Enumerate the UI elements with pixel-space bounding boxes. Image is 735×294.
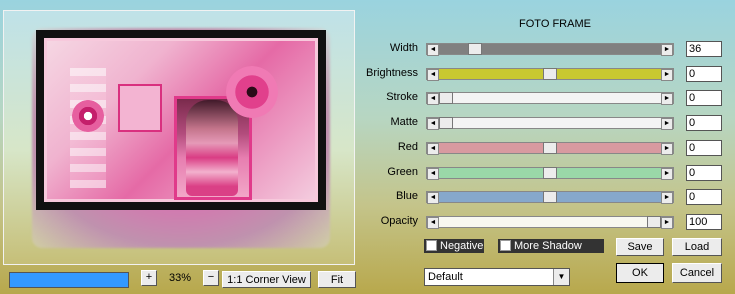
red-label: Red: [397, 141, 418, 153]
width-slider-thumb[interactable]: [468, 43, 482, 55]
stroke-slider[interactable]: ◄ ►: [426, 92, 674, 105]
fit-button[interactable]: Fit: [318, 271, 356, 288]
more-shadow-option[interactable]: More Shadow: [498, 239, 604, 253]
arrow-right-icon[interactable]: ►: [661, 44, 673, 56]
zoom-level: 33%: [168, 272, 192, 284]
stroke-slider-thumb[interactable]: [439, 92, 453, 104]
preset-selected-value: Default: [428, 271, 463, 283]
load-button[interactable]: Load: [672, 238, 722, 256]
red-value-field[interactable]: 0: [686, 140, 722, 156]
arrow-right-icon[interactable]: ►: [661, 69, 673, 81]
arrow-left-icon[interactable]: ◄: [427, 192, 439, 204]
progress-bar: [9, 272, 129, 288]
arrow-left-icon[interactable]: ◄: [427, 69, 439, 81]
green-slider-thumb[interactable]: [543, 167, 557, 179]
corner-view-button[interactable]: 1:1 Corner View: [222, 271, 311, 288]
arrow-left-icon[interactable]: ◄: [427, 44, 439, 56]
blue-value-field[interactable]: 0: [686, 189, 722, 205]
negative-option[interactable]: Negative: [424, 239, 484, 253]
more-shadow-label: More Shadow: [514, 240, 582, 252]
brightness-value-field[interactable]: 0: [686, 66, 722, 82]
width-label: Width: [389, 42, 418, 54]
arrow-left-icon[interactable]: ◄: [427, 143, 439, 155]
cancel-button[interactable]: Cancel: [672, 263, 722, 283]
green-label: Green: [387, 166, 418, 178]
arrow-left-icon[interactable]: ◄: [427, 93, 439, 105]
opacity-slider-thumb[interactable]: [647, 216, 661, 228]
width-value-field[interactable]: 36: [686, 41, 722, 57]
stroke-label: Stroke: [386, 91, 418, 103]
arrow-left-icon[interactable]: ◄: [427, 217, 439, 229]
stroke-value-field[interactable]: 0: [686, 90, 722, 106]
arrow-left-icon[interactable]: ◄: [427, 118, 439, 130]
more-shadow-checkbox[interactable]: [500, 240, 511, 251]
portrait-figure: [186, 100, 238, 196]
zoom-out-button[interactable]: −: [203, 270, 219, 286]
opacity-value-field[interactable]: 100: [686, 214, 722, 230]
chevron-down-icon[interactable]: ▼: [553, 269, 569, 285]
matte-slider[interactable]: ◄ ►: [426, 117, 674, 130]
arrow-right-icon[interactable]: ►: [661, 93, 673, 105]
flower-graphic: [226, 66, 278, 118]
blue-label: Blue: [395, 190, 418, 202]
opacity-label: Opacity: [380, 215, 418, 227]
brightness-slider-thumb[interactable]: [543, 68, 557, 80]
width-slider[interactable]: ◄ ►: [426, 43, 674, 56]
matte-slider-thumb[interactable]: [439, 117, 453, 129]
arrow-right-icon[interactable]: ►: [661, 168, 673, 180]
decorative-inset-box: [118, 84, 162, 132]
ok-button[interactable]: OK: [616, 263, 664, 283]
blue-slider[interactable]: ◄ ►: [426, 191, 674, 204]
progress-fill: [10, 273, 128, 287]
arrow-right-icon[interactable]: ►: [661, 217, 673, 229]
negative-label: Negative: [440, 240, 484, 252]
green-slider[interactable]: ◄ ►: [426, 167, 674, 180]
preset-dropdown[interactable]: Default ▼: [424, 268, 570, 286]
red-slider-thumb[interactable]: [543, 142, 557, 154]
opacity-slider[interactable]: ◄ ►: [426, 216, 674, 229]
green-value-field[interactable]: 0: [686, 165, 722, 181]
arrow-right-icon[interactable]: ►: [661, 143, 673, 155]
matte-value-field[interactable]: 0: [686, 115, 722, 131]
arrow-right-icon[interactable]: ►: [661, 118, 673, 130]
zoom-in-button[interactable]: +: [141, 270, 157, 286]
brightness-slider[interactable]: ◄ ►: [426, 68, 674, 81]
red-slider[interactable]: ◄ ►: [426, 142, 674, 155]
dialog-title: FOTO FRAME: [519, 18, 591, 30]
save-button[interactable]: Save: [616, 238, 664, 256]
small-flower-graphic: [72, 100, 104, 132]
blue-slider-thumb[interactable]: [543, 191, 557, 203]
matte-label: Matte: [390, 116, 418, 128]
negative-checkbox[interactable]: [426, 240, 437, 251]
arrow-right-icon[interactable]: ►: [661, 192, 673, 204]
brightness-label: Brightness: [366, 67, 418, 79]
arrow-left-icon[interactable]: ◄: [427, 168, 439, 180]
